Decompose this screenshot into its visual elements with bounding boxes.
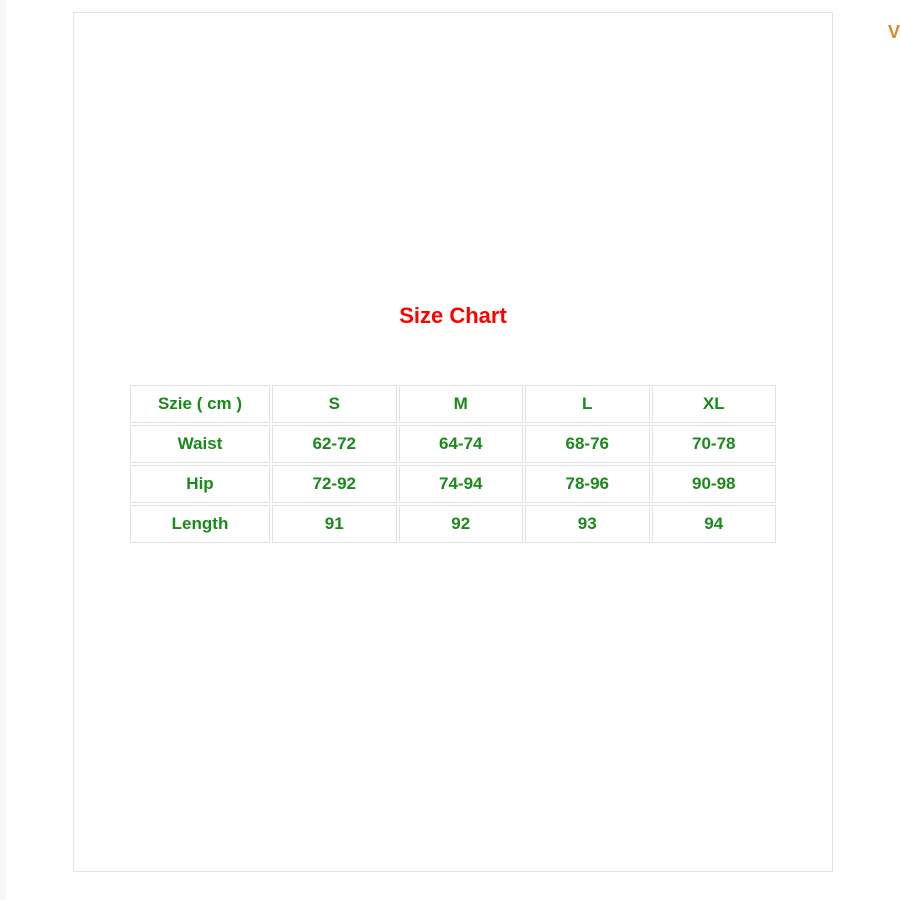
edge-fragment: V bbox=[888, 22, 900, 43]
col-header: S bbox=[272, 385, 397, 423]
cell: 68-76 bbox=[525, 425, 650, 463]
col-header: L bbox=[525, 385, 650, 423]
cell: 74-94 bbox=[399, 465, 524, 503]
row-label: Length bbox=[130, 505, 270, 543]
col-header: M bbox=[399, 385, 524, 423]
size-chart-wrapper: Szie ( cm ) S M L XL Waist 62-72 64-74 6… bbox=[128, 383, 778, 545]
table-header-row: Szie ( cm ) S M L XL bbox=[130, 385, 776, 423]
cell: 70-78 bbox=[652, 425, 777, 463]
cell: 94 bbox=[652, 505, 777, 543]
row-label: Hip bbox=[130, 465, 270, 503]
cell: 90-98 bbox=[652, 465, 777, 503]
cell: 62-72 bbox=[272, 425, 397, 463]
row-label: Waist bbox=[130, 425, 270, 463]
cell: 93 bbox=[525, 505, 650, 543]
chart-title: Size Chart bbox=[74, 303, 832, 329]
table-row: Hip 72-92 74-94 78-96 90-98 bbox=[130, 465, 776, 503]
col-header: XL bbox=[652, 385, 777, 423]
cell: 91 bbox=[272, 505, 397, 543]
table-row: Length 91 92 93 94 bbox=[130, 505, 776, 543]
content-card: Size Chart Szie ( cm ) S M L XL Waist 62… bbox=[73, 12, 833, 872]
cell: 78-96 bbox=[525, 465, 650, 503]
size-chart-table: Szie ( cm ) S M L XL Waist 62-72 64-74 6… bbox=[128, 383, 778, 545]
cell: 72-92 bbox=[272, 465, 397, 503]
table-row: Waist 62-72 64-74 68-76 70-78 bbox=[130, 425, 776, 463]
page-background: V Size Chart Szie ( cm ) S M L XL Waist … bbox=[0, 0, 900, 900]
cell: 92 bbox=[399, 505, 524, 543]
cell: 64-74 bbox=[399, 425, 524, 463]
col-header: Szie ( cm ) bbox=[130, 385, 270, 423]
